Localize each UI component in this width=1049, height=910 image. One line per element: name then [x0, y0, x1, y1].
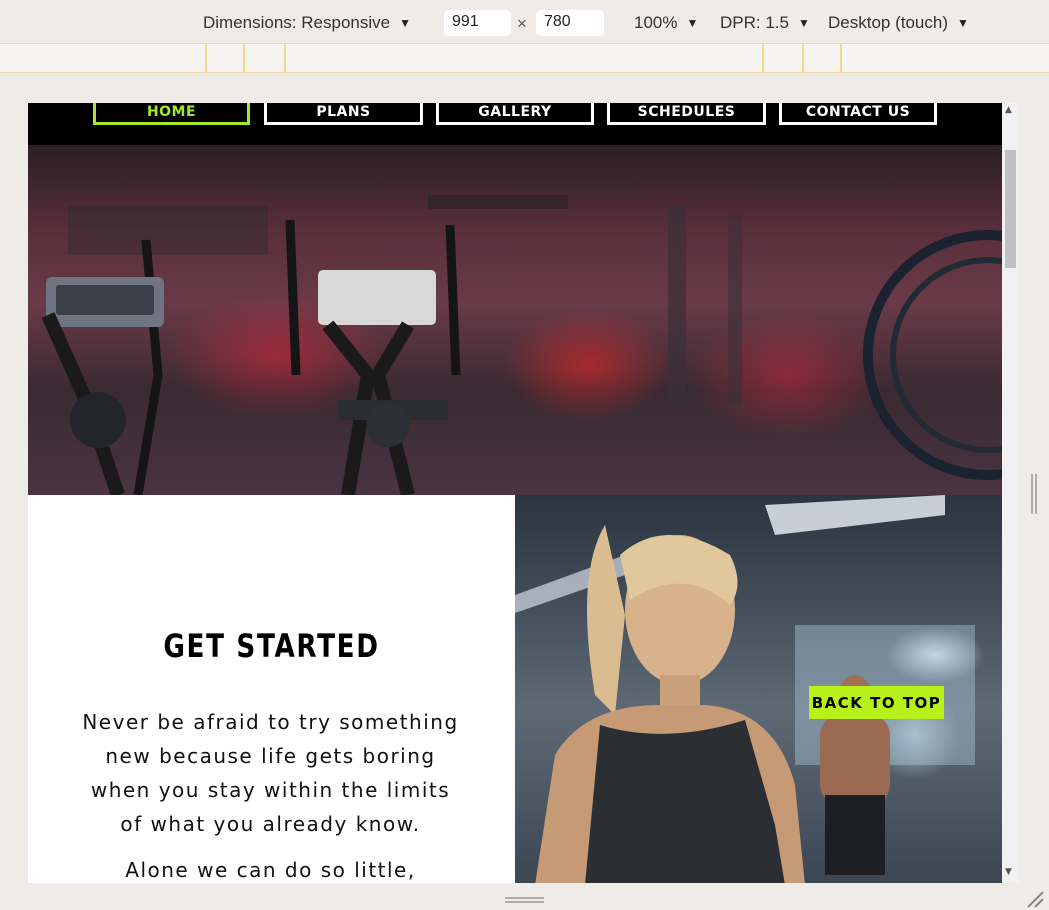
nav-contact-us[interactable]: CONTACT US	[779, 103, 937, 125]
get-started-quote: Never be afraid to try something new bec…	[82, 710, 459, 836]
scroll-down-arrow-icon[interactable]: ▼	[1005, 867, 1012, 877]
device-type-dropdown[interactable]: Desktop (touch) ▼	[828, 13, 969, 33]
get-started-title: GET STARTED	[163, 627, 380, 665]
zoom-label: 100%	[634, 13, 678, 32]
resize-handle-bottom-icon[interactable]	[505, 896, 544, 904]
dimensions-dropdown[interactable]: Dimensions: Responsive ▼	[203, 13, 411, 33]
device-type-label: Desktop (touch)	[828, 13, 948, 32]
zoom-dropdown[interactable]: 100% ▼	[634, 13, 698, 33]
times-icon: ×	[517, 14, 527, 33]
height-input[interactable]: 780	[536, 10, 604, 36]
chevron-down-icon: ▼	[686, 16, 699, 30]
media-query-marker[interactable]	[802, 44, 804, 72]
devtools-toolbar: Dimensions: Responsive ▼ 991 × 780 100% …	[0, 0, 1049, 44]
get-started-quote-continued: Alone we can do so little,	[125, 858, 416, 882]
nav-home[interactable]: HOME	[93, 103, 250, 125]
hero-gym-image	[28, 145, 1002, 495]
chevron-down-icon: ▼	[957, 16, 969, 30]
media-query-bar	[0, 44, 1049, 73]
scroll-up-arrow-icon[interactable]: ▲	[1005, 105, 1012, 115]
page-viewport: HOME PLANS GALLERY SCHEDULES CONTACT US	[28, 103, 1019, 883]
nav-plans[interactable]: PLANS	[264, 103, 423, 125]
dimensions-label: Dimensions: Responsive	[203, 13, 391, 32]
resize-corner-icon[interactable]	[1024, 888, 1044, 908]
media-query-marker[interactable]	[243, 44, 245, 72]
gym-equipment-illustration	[41, 195, 1002, 495]
site-nav: HOME PLANS GALLERY SCHEDULES CONTACT US	[28, 103, 1002, 145]
nav-schedules[interactable]: SCHEDULES	[607, 103, 766, 125]
chevron-down-icon: ▼	[399, 16, 411, 30]
width-input[interactable]: 991	[444, 10, 511, 36]
nav-gallery[interactable]: GALLERY	[436, 103, 594, 125]
resize-handle-side-icon[interactable]	[1030, 474, 1038, 514]
dpr-label: DPR: 1.5	[720, 13, 789, 32]
media-query-marker[interactable]	[205, 44, 207, 72]
dpr-dropdown[interactable]: DPR: 1.5 ▼	[720, 13, 810, 33]
media-query-marker[interactable]	[762, 44, 764, 72]
media-query-marker[interactable]	[284, 44, 286, 72]
back-to-top-button[interactable]: BACK TO TOP	[809, 686, 944, 719]
scrollbar-thumb[interactable]	[1005, 150, 1016, 268]
media-query-marker[interactable]	[840, 44, 842, 72]
get-started-section: GET STARTED Never be afraid to try somet…	[28, 495, 515, 883]
chevron-down-icon: ▼	[797, 16, 810, 30]
